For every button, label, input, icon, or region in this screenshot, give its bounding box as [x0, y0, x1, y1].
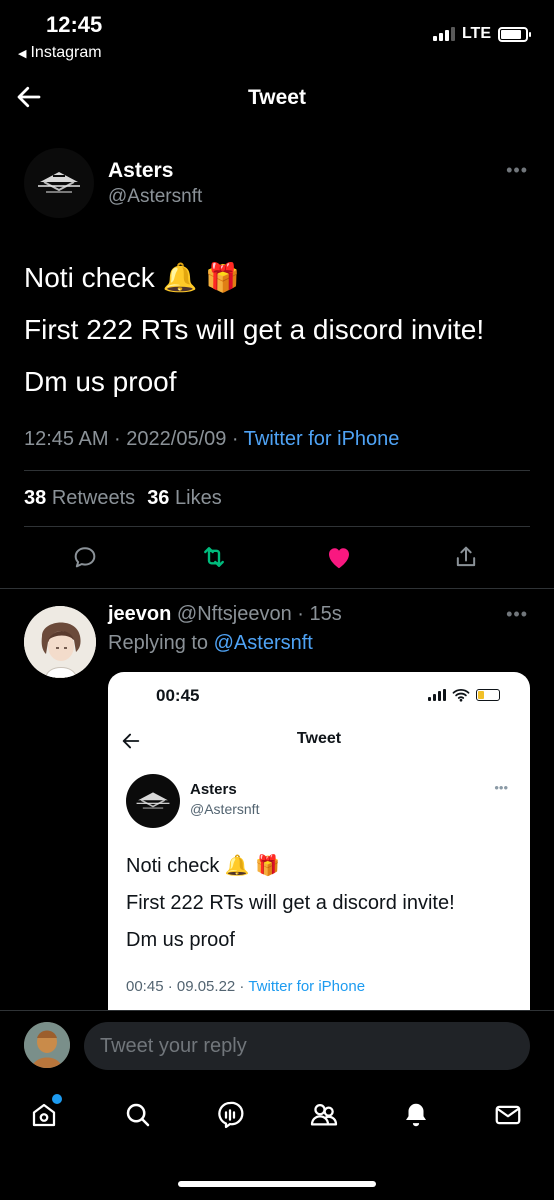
embedded-tweet-meta: 00:45 · 09.05.22 · Twitter for iPhone: [126, 978, 365, 995]
embedded-signal-icon: [428, 689, 446, 701]
embedded-status-indicators: [428, 688, 500, 702]
author-avatar[interactable]: [24, 148, 94, 218]
tweet-header: Tweet: [0, 76, 554, 120]
share-button[interactable]: [449, 540, 483, 574]
mail-icon: [495, 1105, 521, 1125]
embedded-wifi-icon: [452, 688, 470, 702]
embedded-status-time: 00:45: [156, 686, 200, 705]
tweet-text-line: Dm us proof: [24, 366, 177, 397]
home-indicator[interactable]: [178, 1181, 376, 1187]
embedded-asters-logo-icon: [136, 792, 170, 809]
tab-messages[interactable]: [490, 1097, 526, 1133]
embedded-author-handle: @Astersnft: [190, 801, 260, 817]
reply-attached-image[interactable]: 00:45 Tweet Asters @Astersnft ••• Noti c…: [108, 672, 530, 1010]
retweet-icon: [204, 547, 224, 567]
page-title: Tweet: [248, 86, 306, 109]
embedded-tweet-text-line: First 222 RTs will get a discord invite!: [126, 892, 455, 914]
reply-icon: [74, 547, 96, 568]
embedded-tweet-text-line: Dm us proof: [126, 929, 235, 951]
back-app-label: Instagram: [30, 44, 102, 61]
likes-count: 36: [147, 487, 170, 509]
likes-stat[interactable]: 36 Likes: [147, 487, 222, 510]
user-avatar-icon: [24, 1022, 70, 1068]
divider: [0, 588, 554, 589]
likes-label: Likes: [175, 487, 222, 509]
tweet-meta: 12:45 AM · 2022/05/09 · Twitter for iPho…: [24, 428, 399, 451]
reply-author-avatar[interactable]: [24, 606, 96, 678]
divider: [24, 470, 530, 471]
share-icon: [456, 546, 476, 567]
home-notification-dot: [52, 1094, 62, 1104]
tweet-source-link[interactable]: Twitter for iPhone: [244, 428, 400, 450]
battery-icon: [498, 26, 531, 42]
retweets-count: 38: [24, 487, 47, 509]
reply-author[interactable]: jeevon @Nftsjeevon · 15s: [108, 603, 342, 626]
tweet-stats: 38 Retweets 36 Likes: [24, 487, 222, 510]
spaces-icon: [218, 1101, 244, 1129]
reply-author-name: jeevon: [108, 603, 172, 625]
embedded-author-name: Asters: [190, 781, 237, 798]
embedded-source: Twitter for iPhone: [248, 978, 366, 995]
replying-to-label: Replying to: [108, 632, 214, 654]
embedded-page-title: Tweet: [296, 730, 342, 747]
like-button[interactable]: [322, 540, 356, 574]
reply-more-options-icon[interactable]: •••: [506, 604, 528, 625]
asters-logo-icon: [38, 172, 80, 193]
tweet-text-line: Noti check 🔔 🎁: [24, 262, 241, 293]
tab-search[interactable]: [120, 1097, 156, 1133]
embedded-timestamp: 00:45 · 09.05.22 ·: [126, 978, 249, 995]
author-name[interactable]: Asters: [108, 159, 173, 183]
embedded-author-avatar: [126, 774, 180, 828]
reply-button[interactable]: [68, 540, 102, 574]
replying-to: Replying to @Astersnft: [108, 632, 313, 655]
back-to-app-link[interactable]: ◀ Instagram: [18, 44, 102, 62]
home-icon: [32, 1103, 56, 1127]
author-handle[interactable]: @Astersnft: [108, 186, 202, 208]
retweet-button[interactable]: [197, 540, 231, 574]
tweet-timestamp: 12:45 AM · 2022/05/09 ·: [24, 428, 244, 450]
bell-icon: [406, 1103, 426, 1127]
heart-icon: [329, 548, 349, 569]
replying-to-mention-link[interactable]: @Astersnft: [214, 632, 313, 654]
embedded-battery-icon: [476, 689, 500, 701]
anime-avatar-icon: [24, 606, 96, 678]
communities-icon: [310, 1103, 338, 1126]
embedded-more-options-icon: •••: [494, 780, 508, 795]
my-avatar: [24, 1022, 70, 1068]
signal-icon: [432, 27, 455, 41]
search-icon: [126, 1103, 150, 1127]
tab-communities[interactable]: [306, 1097, 342, 1133]
embedded-tweet-text: Noti check 🔔 🎁 First 222 RTs will get a …: [126, 848, 516, 959]
tweet-actions: [0, 540, 554, 580]
status-bar: 12:45 ◀ Instagram LTE: [0, 0, 554, 70]
tab-bar: [0, 1085, 554, 1151]
network-label: LTE: [461, 25, 491, 42]
tweet-text-line: First 222 RTs will get a discord invite!: [24, 314, 485, 345]
divider: [24, 526, 530, 527]
retweets-stat[interactable]: 38 Retweets: [24, 487, 135, 510]
retweets-label: Retweets: [51, 487, 136, 509]
reply-author-meta: @Nftsjeevon · 15s: [176, 603, 342, 625]
tab-notifications[interactable]: [398, 1097, 434, 1133]
more-options-icon[interactable]: •••: [506, 160, 528, 181]
reply-input[interactable]: [84, 1022, 530, 1070]
back-triangle-icon: ◀: [18, 47, 27, 60]
embedded-tweet-text-line: Noti check 🔔 🎁: [126, 855, 281, 877]
status-indicators: LTE: [432, 25, 531, 43]
tweet-text: Noti check 🔔 🎁 First 222 RTs will get a …: [24, 252, 534, 408]
tab-spaces[interactable]: [212, 1097, 248, 1133]
status-time: 12:45: [46, 12, 103, 37]
